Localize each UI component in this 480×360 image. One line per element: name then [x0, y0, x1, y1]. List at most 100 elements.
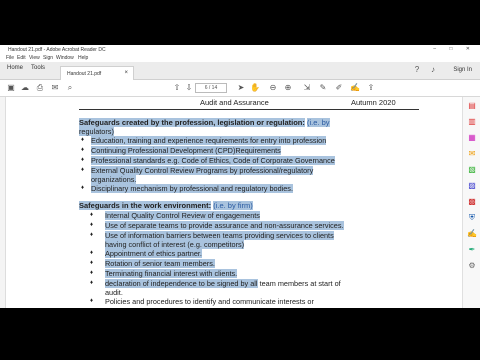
title-bar: Handout 21.pdf - Adobe Acrobat Reader DC…	[0, 45, 480, 54]
page-total: / 14	[208, 85, 218, 91]
section-1-subtitle: (i.e. by	[306, 118, 330, 127]
close-button[interactable]: ✕	[466, 46, 476, 52]
bullet: ♦	[90, 280, 94, 286]
toolbar: ▣ ☁ ⎙ ✉ ⌕ ⇧ ⇩ 6 / 14 ➤ ✋ ⊖ ⊕ ⇲ ✎ ✐ ✍ ⇪	[0, 80, 480, 97]
list-item-text: Use of information barriers between team…	[105, 231, 334, 240]
signature-icon[interactable]: ✍	[350, 83, 360, 93]
bullet: ♦	[81, 157, 85, 163]
header-rule	[79, 109, 419, 110]
menu-window[interactable]: Window	[56, 55, 74, 61]
list-item-text: Appointment of ethics partner.	[105, 249, 202, 258]
fill-sign-icon[interactable]: ✍	[467, 229, 477, 239]
list-item-text: Continuing Professional Development (CPD…	[91, 146, 281, 155]
comment-tool-icon[interactable]: ✉	[467, 149, 477, 159]
combine-files-icon[interactable]: ▧	[467, 165, 477, 175]
list-item: Policies and procedures to identify and …	[105, 297, 314, 306]
list-item: declaration of independence to be signed…	[105, 279, 341, 288]
protect-icon[interactable]: ⛨	[467, 213, 477, 223]
bullet: ♦	[90, 250, 94, 256]
help-icon[interactable]: ?	[412, 65, 422, 75]
list-item-text: Terminating financial interest with clie…	[105, 269, 238, 278]
menu-edit[interactable]: Edit	[17, 55, 26, 61]
list-item: Use of information barriers between team…	[105, 231, 334, 240]
bullet: ♦	[90, 260, 94, 266]
bullet: ♦	[90, 212, 94, 218]
list-item-text: Use of separate teams to provide assuran…	[105, 221, 344, 230]
email-icon[interactable]: ✉	[50, 83, 60, 93]
tab-tools[interactable]: Tools	[31, 65, 45, 71]
window-title: Handout 21.pdf - Adobe Acrobat Reader DC	[8, 47, 106, 53]
hand-tool-icon[interactable]: ✋	[250, 83, 260, 93]
list-item: Education, training and experience requi…	[91, 136, 327, 145]
tab-bar: Home Tools Handout 21.pdf × ? ♪ Sign In	[0, 62, 480, 80]
section-1-subtitle-cont: regulators)	[79, 127, 114, 136]
redact-icon[interactable]: ▩	[467, 197, 477, 207]
comment-icon[interactable]: ✎	[318, 83, 328, 93]
export-pdf-icon[interactable]: ▤	[467, 101, 477, 111]
bullet: ♦	[81, 137, 85, 143]
section-2-heading: Safeguards in the work environment: (i.e…	[79, 201, 253, 210]
share-icon[interactable]: ⇪	[366, 83, 376, 93]
create-pdf-icon[interactable]: ▥	[467, 117, 477, 127]
bullet: ♦	[90, 270, 94, 276]
list-item: Professional standards e.g. Code of Ethi…	[91, 156, 335, 165]
select-tool-icon[interactable]: ➤	[236, 83, 246, 93]
save-icon[interactable]: ▣	[6, 83, 16, 93]
menu-file[interactable]: File	[6, 55, 14, 61]
organize-pages-icon[interactable]: ▨	[467, 181, 477, 191]
list-item-text: Rotation of senior team members.	[105, 259, 215, 268]
minimize-button[interactable]: –	[433, 46, 442, 52]
menu-sign[interactable]: Sign	[43, 55, 53, 61]
document-tab-label: Handout 21.pdf	[67, 71, 102, 77]
menu-help[interactable]: Help	[78, 55, 88, 61]
fit-page-icon[interactable]: ⇲	[302, 83, 312, 93]
list-item: Terminating financial interest with clie…	[105, 269, 238, 278]
zoom-out-icon[interactable]: ⊖	[268, 83, 278, 93]
next-page-icon[interactable]: ⇩	[184, 83, 194, 93]
cloud-upload-icon[interactable]: ☁	[20, 83, 30, 93]
bullet: ♦	[81, 185, 85, 191]
menu-view[interactable]: View	[29, 55, 40, 61]
section-1-subtitle-cont-text: regulators)	[79, 127, 114, 136]
list-item: Continuing Professional Development (CPD…	[91, 146, 281, 155]
maximize-button[interactable]: □	[449, 46, 458, 52]
edit-pdf-icon[interactable]: ▦	[467, 133, 477, 143]
tab-home[interactable]: Home	[7, 65, 23, 71]
section-2-title: Safeguards in the work environment:	[79, 201, 212, 210]
list-item-text: Professional standards e.g. Code of Ethi…	[91, 156, 335, 165]
list-item-text: having conflict of interest (e.g. compet…	[105, 240, 245, 249]
bell-icon[interactable]: ♪	[428, 65, 438, 75]
bullet: ♦	[90, 222, 94, 228]
bullet: ♦	[81, 147, 85, 153]
list-item-cont: having conflict of interest (e.g. compet…	[105, 240, 245, 249]
close-tab-icon[interactable]: ×	[124, 70, 128, 76]
menu-bar: File Edit View Sign Window Help	[0, 54, 480, 62]
page-number-field[interactable]: 6 / 14	[195, 83, 227, 93]
highlight-icon[interactable]: ✐	[334, 83, 344, 93]
bullet: ♦	[90, 232, 94, 238]
list-item-text: audit.	[105, 288, 123, 297]
list-item-text: Education, training and experience requi…	[91, 136, 327, 145]
section-1-title: Safeguards created by the profession, le…	[79, 118, 305, 127]
search-icon[interactable]: ⌕	[65, 83, 75, 93]
section-1-heading: Safeguards created by the profession, le…	[79, 118, 330, 127]
more-tools-icon[interactable]: ⚙	[467, 261, 477, 271]
window-controls[interactable]: – □ ✕	[433, 46, 476, 52]
list-item-text: Internal Quality Control Review of engag…	[105, 211, 260, 220]
page-current[interactable]: 6	[205, 85, 208, 91]
header-course: Audit and Assurance	[200, 98, 269, 107]
list-item: Internal Quality Control Review of engag…	[105, 211, 260, 220]
list-item: Rotation of senior team members.	[105, 259, 215, 268]
sign-in-button[interactable]: Sign In	[453, 67, 472, 73]
send-for-signature-icon[interactable]: ✒	[467, 245, 477, 255]
print-icon[interactable]: ⎙	[35, 83, 45, 93]
pdf-page: Audit and Assurance Autumn 2020 Safeguar…	[6, 97, 462, 308]
list-item-text: Policies and procedures to identify and …	[105, 297, 314, 306]
list-item: Disciplinary mechanism by professional a…	[91, 184, 293, 193]
bullet: ♦	[90, 298, 94, 304]
acrobat-window: Handout 21.pdf - Adobe Acrobat Reader DC…	[0, 45, 480, 308]
list-item-text-unhighlighted: team members at start of	[259, 279, 341, 288]
previous-page-icon[interactable]: ⇧	[172, 83, 182, 93]
tab-document[interactable]: Handout 21.pdf ×	[60, 66, 134, 80]
zoom-in-icon[interactable]: ⊕	[283, 83, 293, 93]
